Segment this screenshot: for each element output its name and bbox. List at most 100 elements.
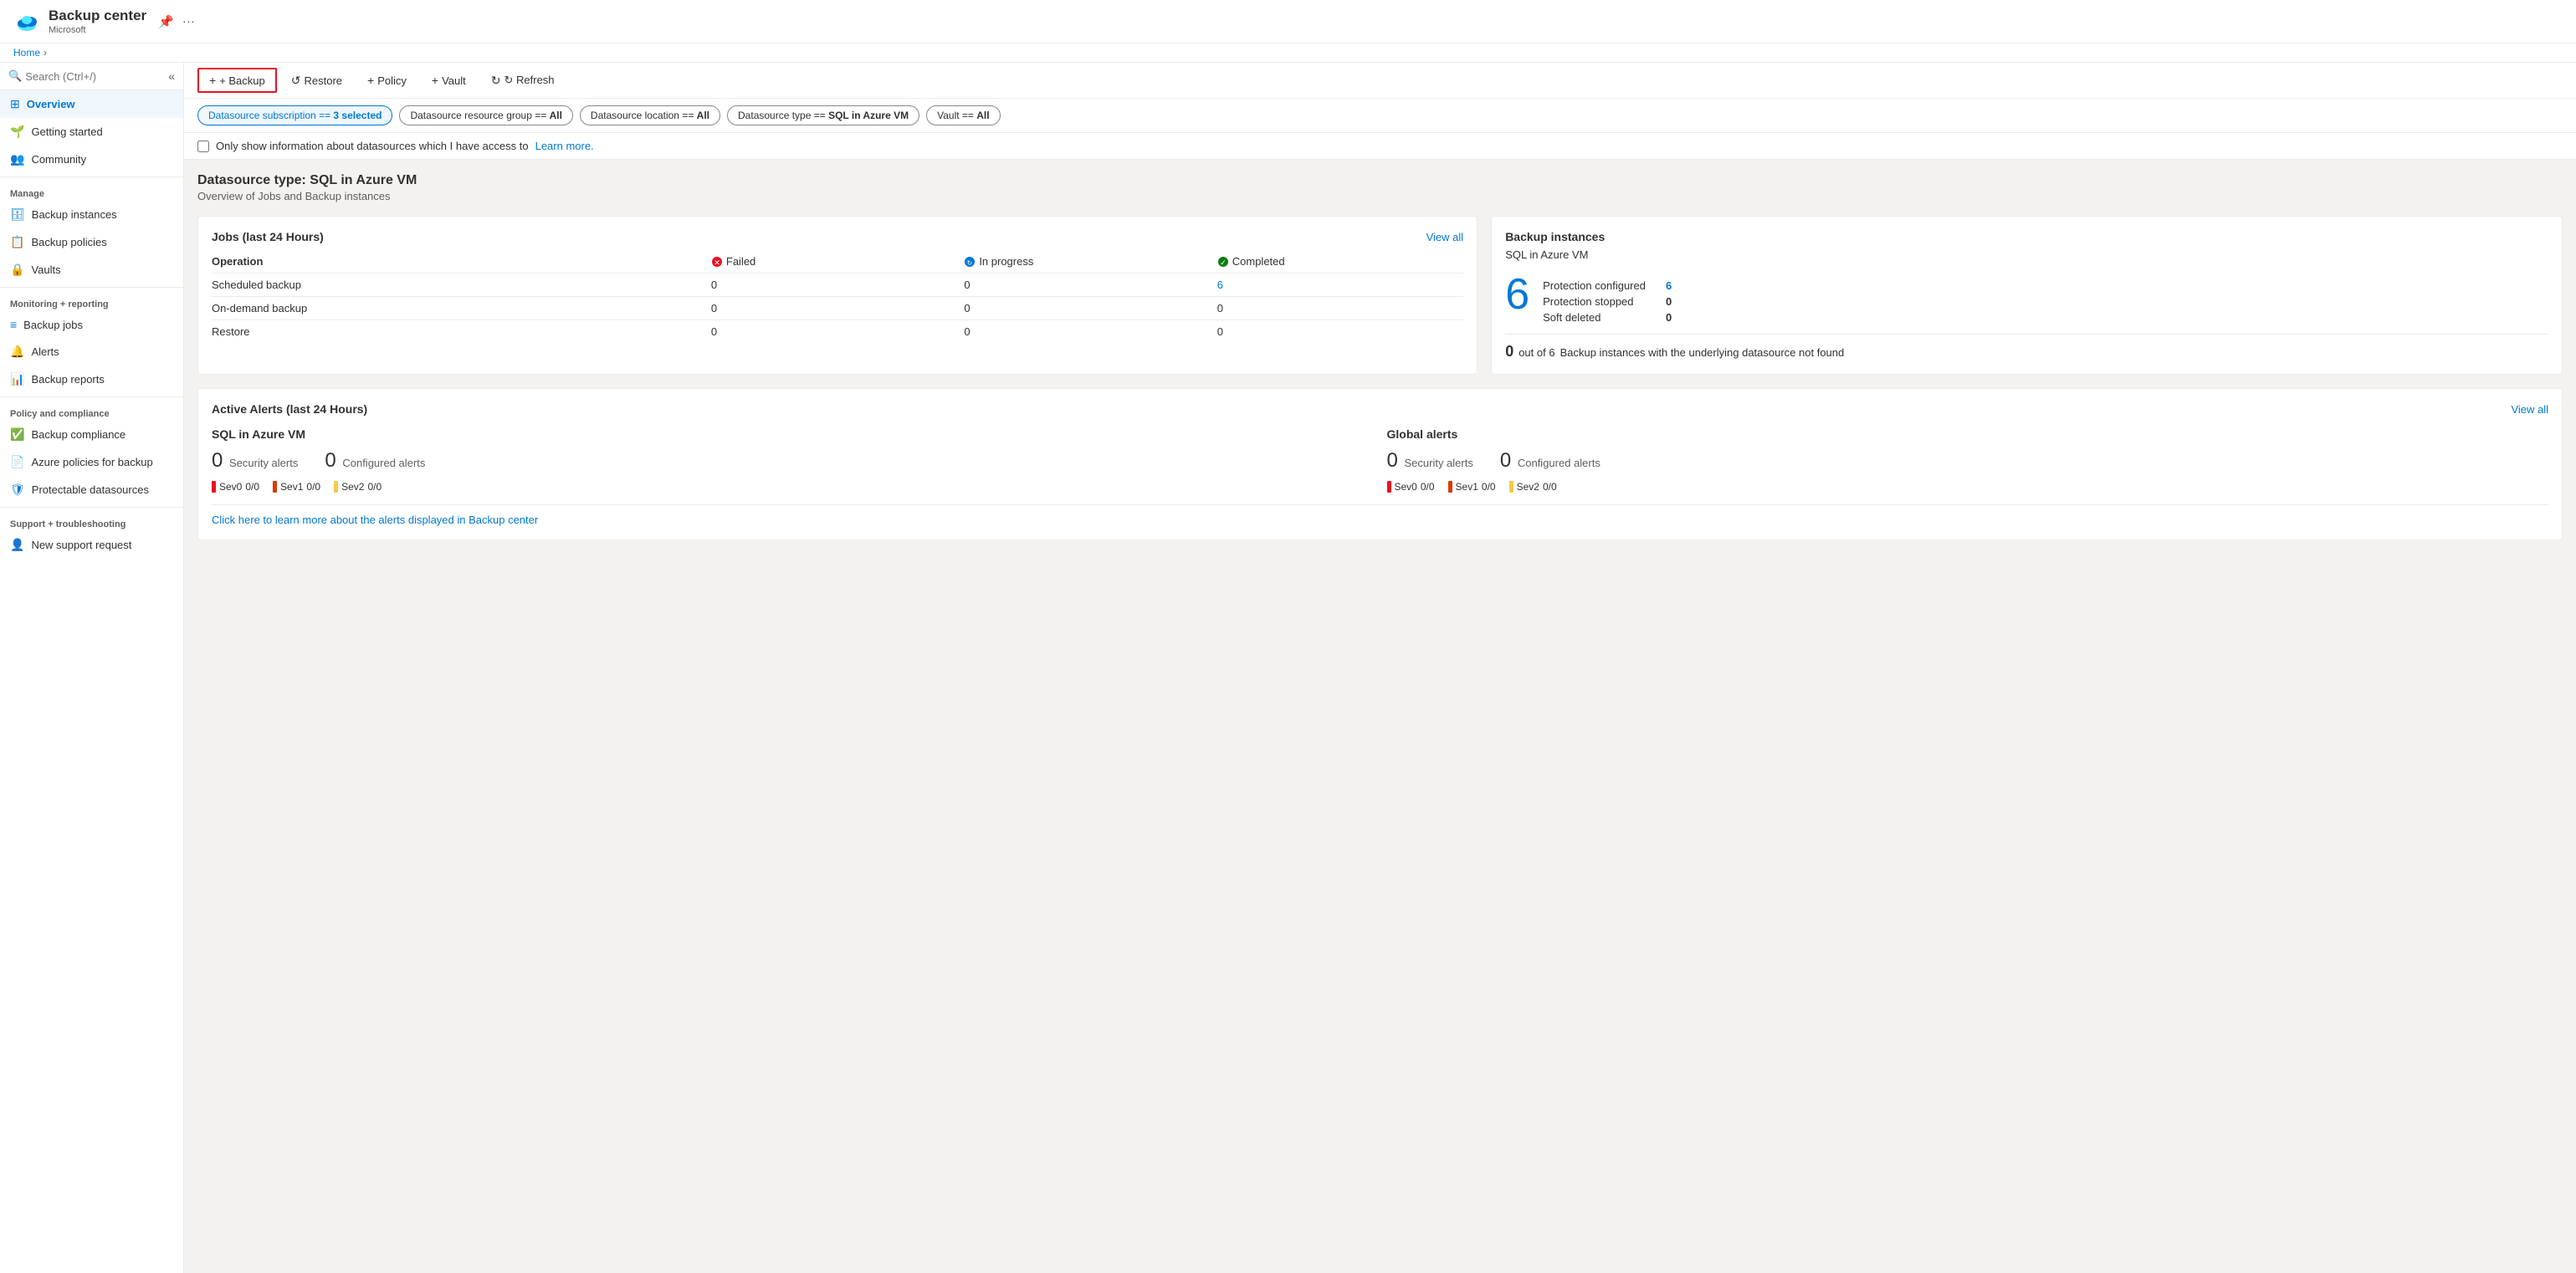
global-sev1: Sev1 0/0	[1448, 481, 1496, 493]
access-checkbox[interactable]	[197, 141, 209, 152]
job-row-1-inprogress: 0	[964, 279, 1210, 291]
sidebar-label-alerts: Alerts	[31, 345, 59, 358]
breadcrumb-home[interactable]: Home	[13, 47, 40, 59]
backup-label: + Backup	[219, 74, 265, 87]
app-title: Backup center	[49, 8, 146, 24]
collapse-icon[interactable]: «	[168, 69, 175, 83]
backup-instances-title: Backup instances	[1505, 230, 2548, 243]
backup-jobs-icon: ≡	[10, 318, 17, 331]
filter-datasource-type[interactable]: Datasource type == SQL in Azure VM	[727, 105, 919, 125]
job-row-2-inprogress: 0	[964, 302, 1210, 314]
sidebar-label-getting-started: Getting started	[31, 125, 102, 138]
vault-plus-icon: +	[432, 74, 438, 87]
restore-icon: ↺	[291, 74, 301, 88]
col-completed: ✓ Completed	[1217, 255, 1463, 268]
backup-instances-card: Backup instances SQL in Azure VM 6 Prote…	[1491, 216, 2563, 375]
sidebar-item-backup-policies[interactable]: 📋 Backup policies	[0, 228, 183, 256]
app-icon	[13, 8, 40, 35]
sidebar-item-vaults[interactable]: 🔒 Vaults	[0, 256, 183, 284]
refresh-label: ↻ Refresh	[504, 74, 555, 87]
sidebar-item-backup-jobs[interactable]: ≡ Backup jobs	[0, 311, 183, 338]
section-title: Datasource type: SQL in Azure VM	[197, 173, 2563, 188]
global-configured-label: Configured alerts	[1518, 457, 1600, 469]
job-row-2-op: On-demand backup	[212, 302, 704, 314]
alerts-view-all[interactable]: View all	[2511, 403, 2548, 416]
stat-label-stopped: Protection stopped	[1543, 295, 1646, 308]
community-icon: 👥	[10, 152, 24, 166]
refresh-button[interactable]: ↻ ↻ Refresh	[480, 69, 566, 93]
svg-text:✕: ✕	[714, 258, 720, 267]
restore-button[interactable]: ↺ Restore	[280, 69, 353, 93]
sidebar-item-backup-reports[interactable]: 📊 Backup reports	[0, 366, 183, 393]
sidebar-item-protectable-datasources[interactable]: 🛡 Protectable datasources	[0, 476, 183, 504]
sidebar-divider-policy	[0, 396, 183, 397]
sidebar-section-manage: Manage	[0, 181, 183, 201]
job-row-1-completed[interactable]: 6	[1217, 279, 1463, 291]
more-icon[interactable]: ···	[182, 14, 195, 28]
sql-security-label: Security alerts	[229, 457, 298, 469]
app-subtitle: Microsoft	[49, 25, 146, 35]
sidebar-label-azure-policies: Azure policies for backup	[31, 456, 152, 468]
backup-policies-icon: 📋	[10, 235, 24, 249]
alerts-global-section: Global alerts 0 Security alerts 0 Config…	[1387, 427, 2549, 493]
backup-reports-icon: 📊	[10, 372, 24, 386]
sidebar-item-new-support[interactable]: 👤 New support request	[0, 531, 183, 559]
policy-label: Policy	[377, 74, 407, 87]
sidebar-item-alerts[interactable]: 🔔 Alerts	[0, 338, 183, 366]
stat-label-deleted: Soft deleted	[1543, 311, 1646, 324]
alerts-card: Active Alerts (last 24 Hours) View all S…	[197, 388, 2563, 540]
job-row-1-failed: 0	[711, 279, 957, 291]
sev1-bar-global	[1448, 481, 1452, 493]
sev0-bar-sql	[212, 481, 216, 493]
job-row-3-completed: 0	[1217, 325, 1463, 338]
sidebar-label-new-support: New support request	[31, 539, 131, 551]
sidebar-label-backup-jobs: Backup jobs	[23, 319, 83, 331]
col-failed: ✕ Failed	[711, 255, 957, 268]
alerts-learn-more[interactable]: Click here to learn more about the alert…	[212, 504, 2548, 526]
filter-location[interactable]: Datasource location == All	[580, 105, 720, 125]
col-operation: Operation	[212, 255, 704, 268]
sidebar-divider-manage	[0, 176, 183, 177]
policy-button[interactable]: + Policy	[356, 69, 417, 92]
stat-value-configured[interactable]: 6	[1666, 279, 1672, 292]
sev1-bar-sql	[273, 481, 277, 493]
vault-button[interactable]: + Vault	[421, 69, 477, 92]
backup-instances-icon: 🗄	[10, 207, 25, 222]
alerts-global-title: Global alerts	[1387, 427, 2549, 441]
job-row-2-failed: 0	[711, 302, 957, 314]
policy-plus-icon: +	[367, 74, 374, 87]
pin-icon[interactable]: 📌	[158, 14, 174, 29]
svg-text:↻: ↻	[967, 259, 973, 267]
sidebar-label-community: Community	[31, 153, 86, 166]
backup-button[interactable]: + + Backup	[197, 68, 277, 93]
getting-started-icon: 🌱	[10, 125, 24, 139]
jobs-card-title: Jobs (last 24 Hours)	[212, 230, 324, 243]
sidebar-label-backup-instances: Backup instances	[32, 208, 117, 221]
sidebar-item-getting-started[interactable]: 🌱 Getting started	[0, 118, 183, 146]
sub-count: 0	[1505, 343, 1513, 360]
filter-resource-group[interactable]: Datasource resource group == All	[399, 105, 572, 125]
job-row-3-inprogress: 0	[964, 325, 1210, 338]
learn-more-link[interactable]: Learn more.	[535, 140, 594, 152]
alerts-sql-section: SQL in Azure VM 0 Security alerts 0 Conf…	[212, 427, 1374, 493]
checkbox-label: Only show information about datasources …	[216, 140, 529, 152]
sev2-bar-sql	[334, 481, 338, 493]
sidebar-item-backup-instances[interactable]: 🗄 Backup instances	[0, 201, 183, 228]
jobs-card: Jobs (last 24 Hours) View all Operation …	[197, 216, 1477, 375]
sql-configured-label: Configured alerts	[342, 457, 425, 469]
global-security-label: Security alerts	[1404, 457, 1472, 469]
backup-instances-subtitle: SQL in Azure VM	[1505, 248, 2548, 261]
sidebar-item-backup-compliance[interactable]: ✅ Backup compliance	[0, 421, 183, 448]
sidebar-item-community[interactable]: 👥 Community	[0, 146, 183, 173]
sidebar-item-overview[interactable]: ⊞ Overview	[0, 90, 183, 118]
sidebar-item-azure-policies[interactable]: 📄 Azure policies for backup	[0, 448, 183, 476]
sidebar-divider-support	[0, 507, 183, 508]
filter-vault[interactable]: Vault == All	[926, 105, 1001, 125]
search-input[interactable]	[25, 70, 165, 83]
sidebar-section-policy: Policy and compliance	[0, 401, 183, 421]
restore-label: Restore	[305, 74, 343, 87]
jobs-view-all[interactable]: View all	[1426, 231, 1464, 243]
svg-text:✓: ✓	[1220, 258, 1227, 267]
filter-subscription[interactable]: Datasource subscription == 3 selected	[197, 105, 392, 125]
global-security-count: 0	[1387, 449, 1398, 472]
